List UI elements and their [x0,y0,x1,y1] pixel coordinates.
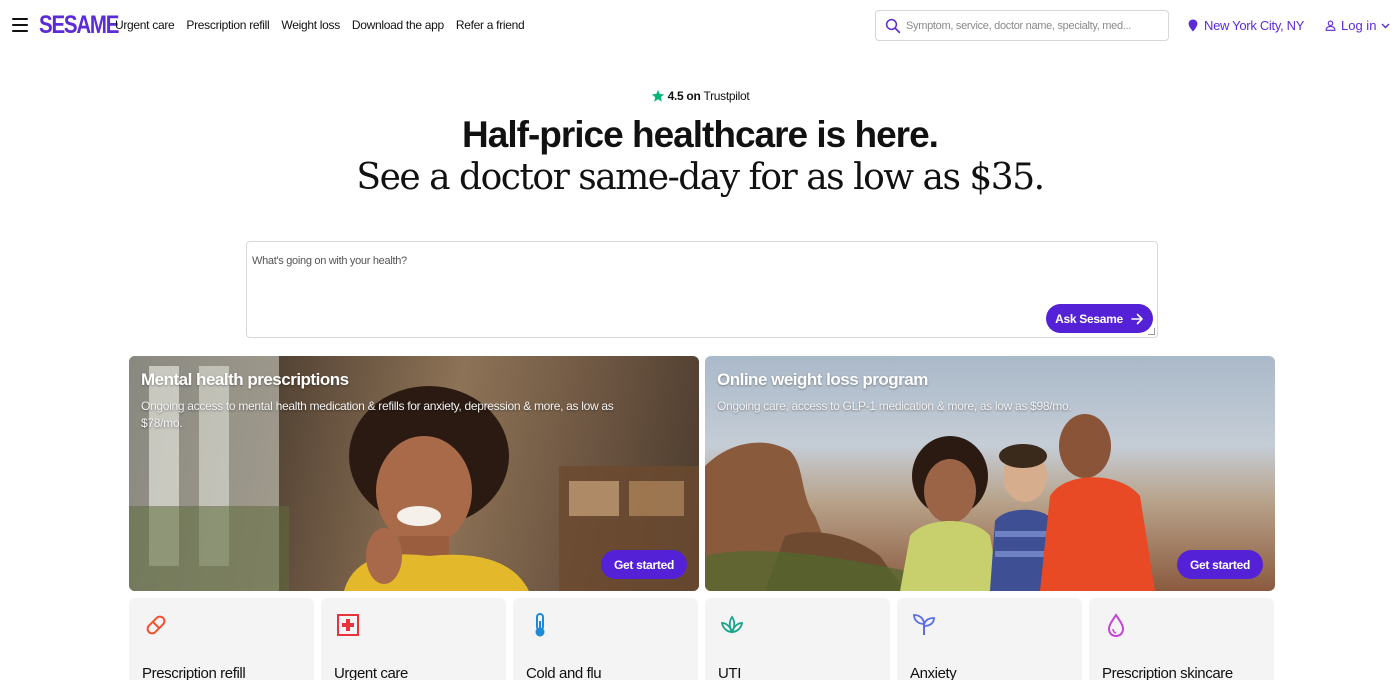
nav-link-weight-loss[interactable]: Weight loss [281,18,340,32]
nav-link-refer-friend[interactable]: Refer a friend [456,18,525,32]
top-nav: SESAME Urgent care Prescription refill W… [0,0,1400,52]
service-label: Anxiety [910,665,957,680]
pill-icon [146,615,166,635]
location-label: New York City, NY [1204,18,1305,33]
sesame-logo[interactable]: SESAME [39,11,119,40]
promo-title-weight-loss: Online weight loss program [717,370,928,389]
nav-links: Urgent care Prescription refill Weight l… [115,18,525,32]
health-question-input[interactable] [252,255,1032,295]
sprout-icon [913,614,935,635]
service-label: Prescription refill [142,665,246,680]
hamburger-icon[interactable] [12,18,28,32]
medical-cross-icon [337,614,359,636]
location-selector[interactable]: New York City, NY [1188,18,1304,33]
get-started-mental-health-button[interactable]: Get started [600,550,687,579]
service-label: Urgent care [334,665,408,680]
user-icon [1325,20,1336,31]
chevron-down-icon [1381,23,1390,28]
trustpilot-rating: 4.5 on Trustpilot [0,89,1400,103]
nav-link-download-app[interactable]: Download the app [352,18,444,32]
service-card-prescription-skincare[interactable]: Prescription skincare [1089,598,1274,680]
service-card-urgent-care[interactable]: Urgent care [321,598,506,680]
hero-subheadline: See a doctor same-day for as low as $35. [356,157,1045,198]
rating-source: Trustpilot [703,89,750,103]
search-input[interactable] [906,15,1164,37]
rating-score: 4.5 on [667,89,701,103]
hero-headline: Half-price healthcare is here. [462,114,939,155]
nav-link-urgent-care[interactable]: Urgent care [115,18,175,32]
search-bar [875,10,1169,41]
search-icon [885,18,901,34]
get-started-weight-loss-button[interactable]: Get started [1176,550,1263,579]
droplet-icon [1107,613,1125,638]
nav-link-prescription-refill[interactable]: Prescription refill [186,18,269,32]
login-menu[interactable]: Log in [1325,18,1390,33]
login-label: Log in [1341,18,1377,33]
promo-desc-weight-loss: Ongoing care, access to GLP-1 medication… [717,399,1072,413]
service-card-uti[interactable]: UTI [705,598,890,680]
thermometer-icon [535,613,545,637]
service-label: Prescription skincare [1102,665,1233,680]
ask-sesame-box: Ask Sesame [246,241,1158,338]
lotus-icon [720,615,744,634]
service-label: Cold and flu [526,665,602,680]
promo-card-mental-health[interactable]: Mental health prescriptions Ongoing acce… [129,356,699,591]
textarea-resize-handle[interactable] [1148,328,1155,335]
promo-title-mental-health: Mental health prescriptions [141,370,349,389]
promo-card-weight-loss[interactable]: Online weight loss program Ongoing care,… [705,356,1275,591]
service-card-cold-flu[interactable]: Cold and flu [513,598,698,680]
arrow-right-icon [1131,313,1143,324]
location-pin-icon [1188,19,1198,32]
service-label: UTI [718,665,741,680]
service-card-anxiety[interactable]: Anxiety [897,598,1082,680]
star-icon [651,89,664,102]
ask-sesame-button[interactable]: Ask Sesame [1046,304,1153,333]
services-row: Prescription refill Urgent care Cold and… [129,598,1274,680]
service-card-prescription-refill[interactable]: Prescription refill [129,598,314,680]
ask-sesame-label: Ask Sesame [1055,311,1123,326]
promo-desc-mental-health: Ongoing access to mental health medicati… [141,399,614,430]
